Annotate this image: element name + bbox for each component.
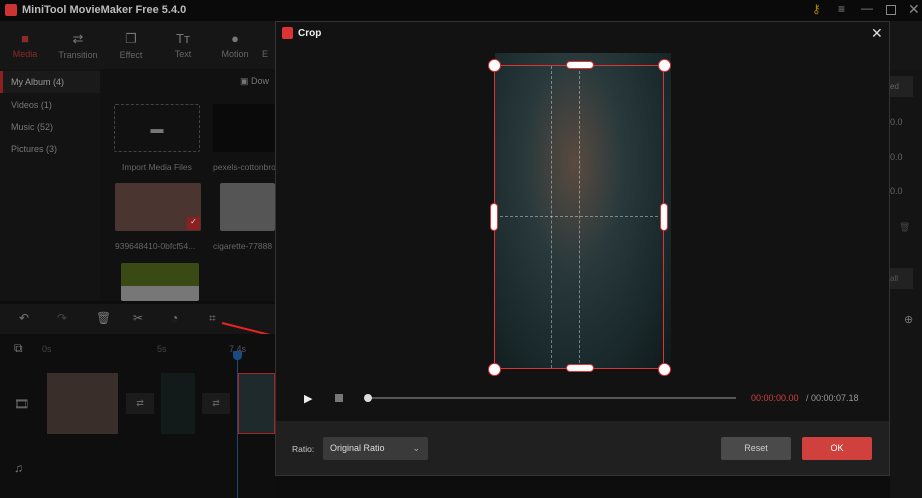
undo-icon[interactable]: ↶ (19, 311, 29, 325)
edit-toolbar: ↶ ↷ 🗑 ✂ ◔ ⌗ (0, 304, 275, 337)
swap-icon: ⇄ (72, 31, 84, 46)
clip[interactable] (47, 373, 118, 434)
sidebar-item-pictures[interactable]: Pictures (3) (0, 138, 100, 160)
scissors-icon[interactable]: ✂ (133, 311, 143, 325)
ratio-dropdown[interactable]: Original Ratio ⌄ (323, 437, 428, 460)
properties-panel: ed 0.0 0.0 0.0 🗑 all ⊕ (890, 69, 922, 498)
playhead-handle[interactable] (233, 351, 242, 360)
video-track-icon: 🎞 (14, 397, 30, 411)
tab-e[interactable]: E (255, 31, 275, 59)
transition-button[interactable]: ⇄ (126, 393, 154, 414)
crop-handle-bottom-left[interactable] (488, 363, 501, 376)
check-icon: ✓ (187, 217, 200, 230)
media-thumb[interactable]: ✓ (115, 183, 201, 231)
media-thumb[interactable] (121, 263, 199, 301)
crop-frame[interactable] (494, 65, 664, 369)
download-button[interactable]: ▣ Dow (240, 76, 269, 87)
crop-dialog: Crop ✕ ▶ 00:00:00.00 / 00:00:07.18 Ratio… (275, 21, 890, 476)
crop-handle-top[interactable] (566, 61, 594, 69)
tab-transition[interactable]: ⇄ Transition (53, 31, 103, 60)
media-thumb[interactable] (220, 183, 275, 231)
import-media-button[interactable]: ▬ (114, 104, 200, 152)
delete-icon[interactable]: 🗑 (96, 311, 111, 325)
tab-media[interactable]: ■ Media (0, 31, 50, 59)
chevron-down-icon: ⌄ (412, 443, 420, 453)
speed-icon[interactable]: ◔ (171, 311, 178, 325)
app-title: MiniTool MovieMaker Free 5.4.0 (22, 4, 187, 16)
transition-button[interactable]: ⇄ (202, 393, 230, 414)
total-time: / 00:00:07.18 (806, 393, 859, 403)
effect-icon: ❐ (125, 31, 137, 46)
tab-text[interactable]: Tт Text (158, 31, 208, 59)
maximize-icon[interactable] (886, 5, 896, 15)
tab-effect[interactable]: ❐ Effect (106, 31, 156, 60)
panel-button[interactable]: ed (890, 76, 913, 97)
text-icon: Tт (176, 31, 190, 46)
close-icon[interactable]: ✕ (871, 25, 883, 42)
tab-motion[interactable]: ● Motion (210, 31, 260, 59)
minimize-icon[interactable]: — (861, 1, 873, 15)
clip[interactable] (161, 373, 195, 434)
app-logo-icon (282, 27, 293, 39)
play-icon[interactable]: ▶ (304, 392, 312, 405)
folder-icon: ■ (21, 31, 29, 46)
redo-icon[interactable]: ↷ (57, 311, 67, 325)
delete-icon[interactable]: 🗑 (899, 222, 910, 233)
folder-icon: ▬ (150, 121, 164, 136)
key-icon[interactable]: ⚷ (812, 2, 821, 16)
close-app-icon[interactable]: ✕ (908, 1, 920, 18)
stop-icon[interactable] (335, 394, 343, 402)
crop-handle-bottom-right[interactable] (658, 363, 671, 376)
panel-button[interactable]: all (890, 268, 913, 289)
sidebar-item-my-album[interactable]: My Album (4) (0, 71, 100, 93)
crop-handle-top-left[interactable] (488, 59, 501, 72)
crop-icon[interactable]: ⌗ (209, 311, 216, 326)
title-bar: MiniTool MovieMaker Free 5.4.0 ⚷ ≡ — ✕ (0, 0, 922, 21)
menu-icon[interactable]: ≡ (838, 2, 845, 16)
dialog-title: Crop (298, 28, 322, 39)
ok-button[interactable]: OK (802, 437, 872, 460)
crop-handle-right[interactable] (660, 203, 668, 231)
sidebar-item-music[interactable]: Music (52) (0, 116, 100, 138)
seek-handle[interactable] (364, 394, 372, 402)
app-logo-icon (5, 4, 17, 16)
crop-handle-bottom[interactable] (566, 364, 594, 372)
motion-icon: ● (231, 31, 239, 46)
clip-selected[interactable] (238, 373, 275, 434)
album-sidebar: My Album (4) Videos (1) Music (52) Pictu… (0, 69, 100, 301)
reset-button[interactable]: Reset (721, 437, 791, 460)
music-track-icon: ♫ (14, 461, 23, 475)
media-library: ▣ Dow ▬ Import Media Files pexels-cotton… (100, 69, 299, 301)
add-track-icon[interactable]: ⧉ (14, 341, 23, 356)
sidebar-item-videos[interactable]: Videos (1) (0, 94, 100, 116)
zoom-in-icon[interactable]: ⊕ (904, 313, 913, 326)
seek-bar[interactable] (366, 397, 736, 399)
timeline: ⧉ 0s 5s 7.4s 🎞 ♫ ⇄ ⇄ (0, 334, 275, 498)
crop-handle-left[interactable] (490, 203, 498, 231)
dialog-footer: Ratio: Original Ratio ⌄ Reset OK (276, 421, 889, 475)
crop-handle-top-right[interactable] (658, 59, 671, 72)
current-time: 00:00:00.00 (751, 393, 799, 403)
